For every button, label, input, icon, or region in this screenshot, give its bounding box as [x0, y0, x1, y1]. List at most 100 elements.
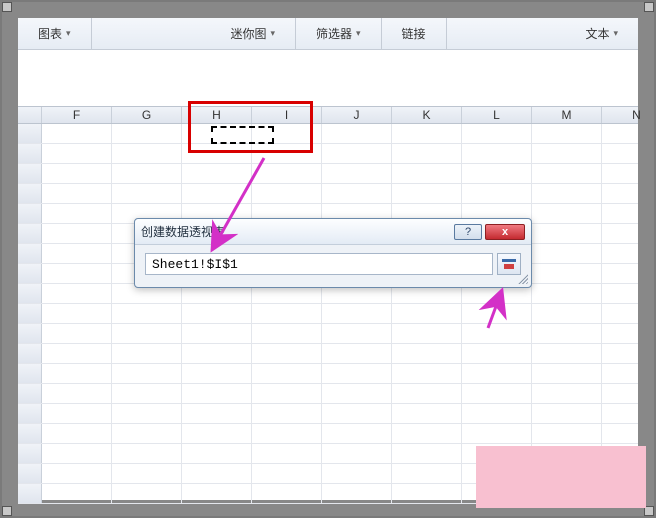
cell[interactable]	[252, 484, 322, 503]
dialog-help-button[interactable]: ?	[454, 224, 482, 240]
cell[interactable]	[112, 444, 182, 463]
cell[interactable]	[252, 344, 322, 363]
cell[interactable]	[602, 264, 656, 283]
ribbon-group-sparkline[interactable]: 迷你图 ▾	[210, 18, 296, 49]
cell[interactable]	[322, 384, 392, 403]
cell[interactable]	[112, 384, 182, 403]
column-header[interactable]: J	[322, 107, 392, 123]
cell[interactable]	[602, 244, 656, 263]
cell[interactable]	[42, 124, 112, 143]
cell[interactable]	[462, 324, 532, 343]
cell[interactable]	[602, 364, 656, 383]
row-header[interactable]	[18, 284, 42, 303]
cell[interactable]	[532, 244, 602, 263]
column-header[interactable]: K	[392, 107, 462, 123]
cell[interactable]	[182, 304, 252, 323]
worksheet-grid[interactable]: F G H I J K L M N	[18, 106, 638, 500]
cell[interactable]	[602, 144, 656, 163]
ribbon-group-chart[interactable]: 图表 ▾	[18, 18, 92, 49]
cell[interactable]	[532, 344, 602, 363]
ribbon-group-link[interactable]: 链接	[382, 18, 447, 49]
cell[interactable]	[42, 324, 112, 343]
cell[interactable]	[602, 424, 656, 443]
column-header[interactable]: H	[182, 107, 252, 123]
cell[interactable]	[532, 364, 602, 383]
cell[interactable]	[602, 304, 656, 323]
cell[interactable]	[602, 164, 656, 183]
cell[interactable]	[42, 244, 112, 263]
cell[interactable]	[42, 304, 112, 323]
cell[interactable]	[322, 484, 392, 503]
cell[interactable]	[462, 404, 532, 423]
cell[interactable]	[392, 304, 462, 323]
cell[interactable]	[532, 204, 602, 223]
cell[interactable]	[42, 224, 112, 243]
cell[interactable]	[42, 164, 112, 183]
row-header[interactable]	[18, 484, 42, 503]
crop-handle-tr[interactable]	[644, 2, 654, 12]
cell[interactable]	[322, 164, 392, 183]
cell[interactable]	[42, 404, 112, 423]
cell[interactable]	[182, 364, 252, 383]
cell[interactable]	[112, 144, 182, 163]
cell[interactable]	[322, 124, 392, 143]
cell[interactable]	[392, 424, 462, 443]
cell[interactable]	[252, 184, 322, 203]
cell[interactable]	[182, 424, 252, 443]
cell[interactable]	[602, 404, 656, 423]
cell[interactable]	[392, 184, 462, 203]
create-pivottable-dialog[interactable]: 创建数据透视表 ? x	[134, 218, 532, 288]
cell[interactable]	[322, 404, 392, 423]
cell[interactable]	[112, 484, 182, 503]
cell[interactable]	[112, 164, 182, 183]
cell[interactable]	[252, 404, 322, 423]
cell[interactable]	[602, 344, 656, 363]
cell[interactable]	[322, 184, 392, 203]
cell[interactable]	[182, 384, 252, 403]
cell[interactable]	[42, 284, 112, 303]
cell[interactable]	[112, 324, 182, 343]
cell[interactable]	[462, 184, 532, 203]
row-header[interactable]	[18, 124, 42, 143]
cell[interactable]	[602, 224, 656, 243]
cell[interactable]	[532, 144, 602, 163]
cell[interactable]	[392, 164, 462, 183]
cell[interactable]	[322, 444, 392, 463]
cell[interactable]	[322, 464, 392, 483]
ribbon-group-filter[interactable]: 筛选器 ▾	[296, 18, 382, 49]
cell[interactable]	[182, 404, 252, 423]
cell[interactable]	[322, 424, 392, 443]
row-header[interactable]	[18, 344, 42, 363]
column-header[interactable]: M	[532, 107, 602, 123]
cell[interactable]	[42, 144, 112, 163]
row-header[interactable]	[18, 404, 42, 423]
column-header[interactable]: N	[602, 107, 656, 123]
cell[interactable]	[252, 464, 322, 483]
row-header[interactable]	[18, 304, 42, 323]
cell[interactable]	[112, 344, 182, 363]
row-header[interactable]	[18, 224, 42, 243]
row-header[interactable]	[18, 164, 42, 183]
cell[interactable]	[392, 364, 462, 383]
cell[interactable]	[42, 204, 112, 223]
cell[interactable]	[392, 464, 462, 483]
cell[interactable]	[532, 264, 602, 283]
cell[interactable]	[252, 444, 322, 463]
cell[interactable]	[602, 384, 656, 403]
cell[interactable]	[182, 464, 252, 483]
cell[interactable]	[532, 164, 602, 183]
cell[interactable]	[602, 284, 656, 303]
cell[interactable]	[532, 384, 602, 403]
cell[interactable]	[252, 384, 322, 403]
cell[interactable]	[112, 124, 182, 143]
cell[interactable]	[112, 184, 182, 203]
cell[interactable]	[182, 124, 252, 143]
cell[interactable]	[42, 444, 112, 463]
cell[interactable]	[252, 304, 322, 323]
row-header[interactable]	[18, 364, 42, 383]
column-header[interactable]: I	[252, 107, 322, 123]
cell[interactable]	[462, 344, 532, 363]
cell[interactable]	[42, 264, 112, 283]
cell[interactable]	[112, 304, 182, 323]
cell[interactable]	[112, 364, 182, 383]
